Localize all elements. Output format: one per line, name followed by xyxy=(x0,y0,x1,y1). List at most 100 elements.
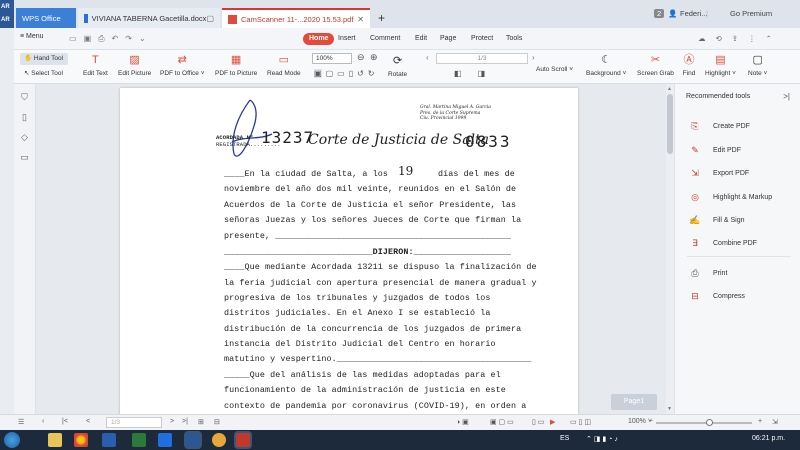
new-tab-button[interactable]: + xyxy=(378,11,385,25)
zoom-slider-knob[interactable] xyxy=(706,419,713,426)
highlight-button[interactable]: ▤ Highlight ˅ xyxy=(705,53,736,77)
wps-taskbar-icon[interactable] xyxy=(236,433,250,447)
tab-wps-office[interactable]: WPS Office xyxy=(16,8,76,28)
tab-home[interactable]: Home xyxy=(303,33,335,45)
prev-page-status-icon[interactable]: < xyxy=(86,418,90,425)
undo-icon[interactable]: ↶ xyxy=(112,34,119,44)
tab-comment[interactable]: Comment xyxy=(364,33,406,45)
go-premium-link[interactable]: Go Premium xyxy=(730,9,772,18)
save-icon[interactable]: ▣ xyxy=(84,34,92,44)
attachments-icon[interactable]: ▭ xyxy=(19,152,30,163)
scroll-up-icon[interactable]: ▲ xyxy=(667,86,672,92)
collab-icon[interactable]: ⟲ xyxy=(716,34,722,43)
last-page-icon[interactable]: ◨ xyxy=(478,69,486,78)
select-tool-button[interactable]: ↖ Select Tool xyxy=(20,69,63,77)
collapse-ribbon-icon[interactable]: ⌃ xyxy=(766,34,772,43)
page-number-input[interactable]: 1/3 xyxy=(436,53,528,64)
vertical-scrollbar[interactable]: ▲ ▼ xyxy=(666,84,674,414)
status-zoom-in-icon[interactable]: + xyxy=(758,418,762,425)
next-page-status-icon[interactable]: > xyxy=(170,418,174,425)
fit-page-icon[interactable]: ▯ xyxy=(349,69,353,78)
cloud-icon[interactable]: ☁ xyxy=(698,34,706,43)
zoom-out-icon[interactable]: ⊖ xyxy=(357,52,365,63)
prev-page-icon[interactable]: ‹ xyxy=(426,53,429,62)
view-icons-mid[interactable]: ▣ ▢ ▭ xyxy=(490,418,514,426)
view-icons-right[interactable]: ▯ ▭ xyxy=(532,418,544,426)
play-icon[interactable]: ▶ xyxy=(550,418,555,426)
background-button[interactable]: ☾ Background ˅ xyxy=(586,53,626,77)
thumbnails-icon[interactable]: ▯ xyxy=(19,112,30,123)
clock[interactable]: 06:21 p.m. xyxy=(752,435,785,442)
tool-create-pdf[interactable]: ⎘ Create PDF xyxy=(689,120,750,132)
word-taskbar-icon[interactable] xyxy=(186,433,200,447)
rotate-left-icon[interactable]: ↺ xyxy=(357,69,364,78)
print-icon[interactable]: ⎙ xyxy=(98,34,104,44)
extract-page-icon[interactable]: ⊟ xyxy=(214,418,220,426)
rotate-right-icon[interactable]: ↻ xyxy=(368,69,375,78)
window-count-badge[interactable]: 2 xyxy=(654,9,665,18)
file-explorer-icon[interactable] xyxy=(48,433,62,447)
share-icon[interactable]: ⇪ xyxy=(732,34,738,43)
tab-page[interactable]: Page xyxy=(434,33,462,45)
rotate-button[interactable]: ⟳ Rotate xyxy=(388,54,407,78)
edge-icon[interactable] xyxy=(158,433,172,447)
tool-export-pdf[interactable]: ⇲ Export PDF xyxy=(689,167,749,179)
edit-text-button[interactable]: T Edit Text xyxy=(83,53,108,77)
tool-fill-sign[interactable]: ✍ Fill & Sign xyxy=(689,214,744,226)
tool-combine-pdf[interactable]: ∃ Combine PDF xyxy=(689,237,757,249)
read-mode-button[interactable]: ▭ Read Mode xyxy=(267,53,301,77)
auto-scroll-button[interactable]: Auto Scroll ˅ xyxy=(536,66,573,73)
pdf-to-office-button[interactable]: ⇄ PDF to Office ˅ xyxy=(160,53,205,77)
customize-icon[interactable]: ⌄ xyxy=(139,34,146,44)
edit-picture-button[interactable]: ▨ Edit Picture xyxy=(118,53,151,77)
screen-grab-button[interactable]: ✂ Screen Grab xyxy=(637,53,674,77)
tab-pdf[interactable]: CamScanner 11-...2020 15.53.pdf ✕ xyxy=(222,8,370,28)
hand-tool-button[interactable]: ✋ Hand Tool xyxy=(20,53,68,65)
tab-tools[interactable]: Tools xyxy=(500,33,528,45)
main-menu-button[interactable]: ≡ Menu xyxy=(20,33,44,40)
view-icons-left[interactable]: ◑ ▣ xyxy=(456,418,469,426)
status-page-input[interactable]: 1/3 xyxy=(106,417,162,428)
zoom-in-icon[interactable]: ⊕ xyxy=(370,52,378,63)
tab-close-icon[interactable]: ✕ xyxy=(357,15,364,24)
user-avatar-icon[interactable]: 👤 xyxy=(668,9,677,18)
wmp-icon[interactable] xyxy=(102,433,116,447)
next-page-icon[interactable]: › xyxy=(532,53,535,62)
tab-protect[interactable]: Protect xyxy=(465,33,499,45)
document-viewport[interactable]: Gral. Martina Miguel A. Garcia Pres. de … xyxy=(36,84,666,414)
tool-compress[interactable]: ⊟ Compress xyxy=(689,290,745,302)
redo-icon[interactable]: ↷ xyxy=(125,34,132,44)
add-page-icon[interactable]: ⊞ xyxy=(198,418,204,426)
first-page-icon[interactable]: ◧ xyxy=(454,69,462,78)
chrome-icon[interactable] xyxy=(74,433,88,447)
start-button-icon[interactable] xyxy=(4,432,20,448)
first-page-status-icon[interactable]: |< xyxy=(62,418,68,425)
fit-page-status-icon[interactable]: ⇲ xyxy=(772,418,778,426)
find-button[interactable]: Ⓐ Find xyxy=(682,53,696,77)
scroll-thumb[interactable] xyxy=(667,94,673,154)
navigation-pane-icon[interactable]: ☰ xyxy=(18,418,24,426)
language-indicator[interactable]: ES xyxy=(560,435,569,442)
more-icon[interactable]: ⋮ xyxy=(748,34,756,43)
tab-insert[interactable]: Insert xyxy=(332,33,362,45)
bookmark-icon[interactable]: ⛉ xyxy=(19,92,30,103)
collapse-panel-icon[interactable]: >| xyxy=(783,92,790,101)
tab-docx[interactable]: VIVIANA TABERNA Gacetilla.docx ▢ xyxy=(78,8,220,28)
scroll-down-icon[interactable]: ▼ xyxy=(667,406,672,412)
annotations-icon[interactable]: ◇ xyxy=(19,132,30,143)
user-name[interactable]: Federi... xyxy=(680,9,708,18)
tab-docx-monitor-icon[interactable]: ▢ xyxy=(206,14,214,23)
tool-edit-pdf[interactable]: ✎ Edit PDF xyxy=(689,144,741,156)
fit-width-icon[interactable]: ▭ xyxy=(337,69,345,78)
excel-icon[interactable] xyxy=(132,433,146,447)
tool-highlight-markup[interactable]: ◎ Highlight & Markup xyxy=(689,191,772,203)
media-icon[interactable] xyxy=(212,433,226,447)
tool-print[interactable]: ⎙ Print xyxy=(689,267,727,279)
extra-view-icons[interactable]: ▭ ▯ ◫ xyxy=(570,418,591,426)
zoom-select[interactable]: 100% xyxy=(312,53,352,64)
pdf-to-picture-button[interactable]: ▦ PDF to Picture xyxy=(215,53,257,77)
note-button[interactable]: ▢ Note ˅ xyxy=(748,53,767,77)
single-page-icon[interactable]: ▣ xyxy=(314,69,322,78)
continuous-page-icon[interactable]: ▢ xyxy=(326,69,334,78)
tab-edit[interactable]: Edit xyxy=(409,33,433,45)
